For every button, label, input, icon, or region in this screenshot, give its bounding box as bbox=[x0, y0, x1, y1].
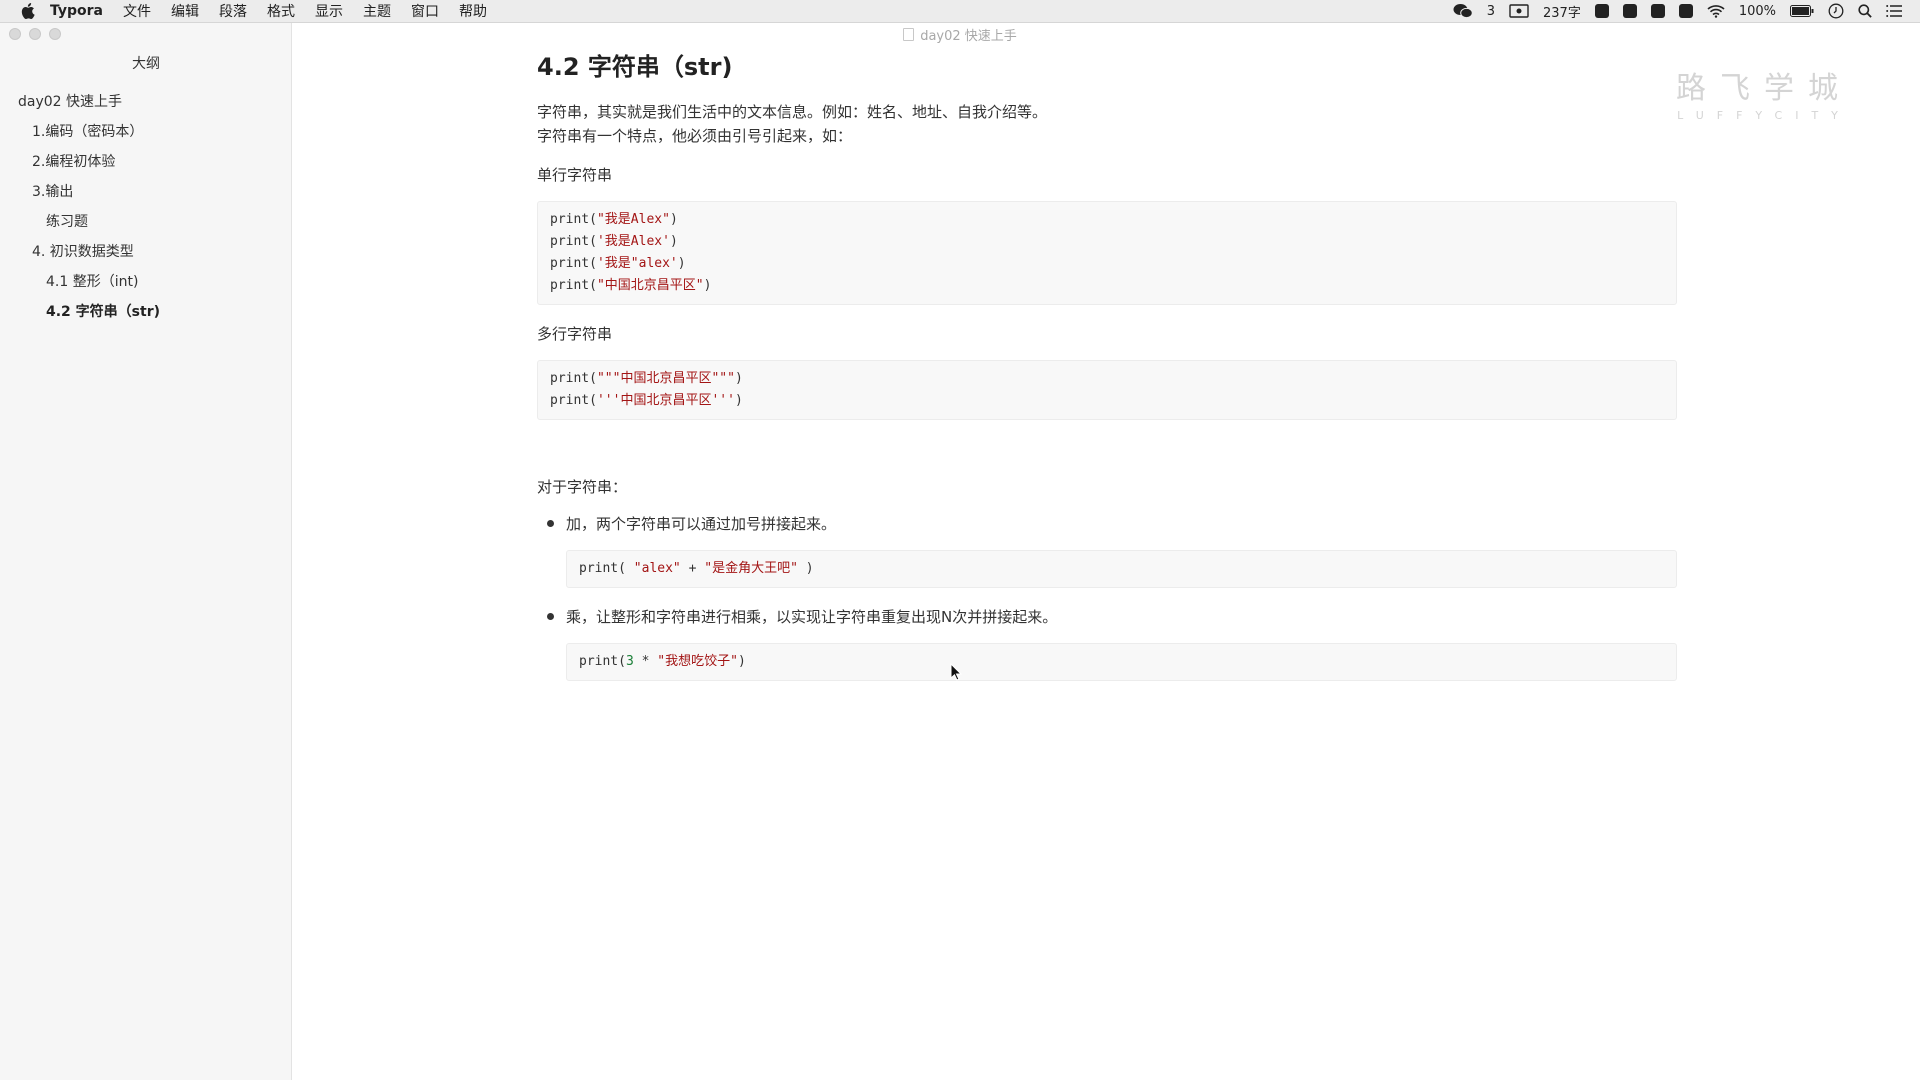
grid-app-icon[interactable] bbox=[1650, 4, 1665, 18]
outline-list: day02 快速上手 1.编码（密码本） 2.编程初体验 3.输出 练习题 4.… bbox=[0, 87, 292, 327]
window-titlebar: day02 快速上手 bbox=[0, 23, 1920, 45]
bullet-item-multiply: 乘，让整形和字符串进行相乘，以实现让字符串重复出现N次并拼接起来。 bbox=[547, 606, 1057, 627]
menu-bar: Typora 文件 编辑 段落 格式 显示 主题 窗口 帮助 3 237字 10… bbox=[0, 0, 1920, 23]
control-center-icon[interactable] bbox=[1886, 5, 1902, 17]
intro-paragraph-2: 字符串有一个特点，他必须由引号引起来，如： bbox=[537, 127, 853, 145]
code-line: print('我是"alex') bbox=[550, 256, 686, 271]
single-line-label: 单行字符串 bbox=[537, 166, 613, 184]
luffycity-watermark: 路飞学城 LUFFYCITY bbox=[1676, 63, 1852, 122]
outline-sidebar: 大纲 day02 快速上手 1.编码（密码本） 2.编程初体验 3.输出 练习题… bbox=[0, 23, 292, 1080]
code-line: print("中国北京昌平区") bbox=[550, 278, 712, 293]
menu-edit[interactable]: 编辑 bbox=[171, 1, 199, 21]
code-block-single[interactable]: print("我是Alex") print('我是Alex') print('我… bbox=[537, 201, 1677, 305]
mouse-cursor-icon bbox=[950, 662, 963, 685]
outline-item-int[interactable]: 4.1 整形（int) bbox=[0, 267, 292, 297]
menu-view[interactable]: 显示 bbox=[315, 1, 343, 21]
code-line: print('''中国北京昌平区''') bbox=[550, 393, 743, 408]
word-count: 237字 bbox=[1543, 5, 1581, 21]
menu-file[interactable]: 文件 bbox=[123, 1, 151, 21]
battery-percent: 100% bbox=[1738, 3, 1776, 19]
for-strings-label: 对于字符串： bbox=[537, 478, 628, 496]
code-line: print("""中国北京昌平区""") bbox=[550, 371, 743, 386]
multi-line-label: 多行字符串 bbox=[537, 325, 613, 343]
watermark-cn: 路飞学城 bbox=[1676, 71, 1852, 106]
microphone-icon[interactable] bbox=[1622, 4, 1637, 18]
code-line: print("我是Alex") bbox=[550, 212, 678, 227]
outline-item-output[interactable]: 3.输出 bbox=[0, 177, 292, 207]
outline-item-day02[interactable]: day02 快速上手 bbox=[0, 87, 292, 117]
outline-item-str[interactable]: 4.2 字符串（str) bbox=[0, 297, 292, 327]
bullet-item-add: 加，两个字符串可以通过加号拼接起来。 bbox=[547, 513, 836, 534]
outline-title: 大纲 bbox=[132, 56, 160, 72]
menu-format[interactable]: 格式 bbox=[267, 1, 295, 21]
zoom-window-button[interactable] bbox=[49, 28, 61, 40]
bullet-dot bbox=[547, 520, 554, 527]
bullet-multiply-text: 乘，让整形和字符串进行相乘，以实现让字符串重复出现N次并拼接起来。 bbox=[566, 608, 1058, 626]
apple-icon[interactable] bbox=[20, 3, 36, 19]
code-block-multi[interactable]: print("""中国北京昌平区""") print('''中国北京昌平区'''… bbox=[537, 360, 1677, 420]
sync-app-icon[interactable] bbox=[1678, 4, 1693, 18]
typora-window: 大纲 day02 快速上手 1.编码（密码本） 2.编程初体验 3.输出 练习题… bbox=[0, 23, 1920, 1080]
code-block-add[interactable]: print( "alex" + "是金角大王吧" ) bbox=[566, 550, 1677, 588]
close-window-button[interactable] bbox=[9, 28, 21, 40]
menu-app-name[interactable]: Typora bbox=[50, 3, 103, 19]
document-icon bbox=[903, 27, 915, 41]
bullet-add-text: 加，两个字符串可以通过加号拼接起来。 bbox=[566, 515, 837, 533]
wifi-icon[interactable] bbox=[1707, 4, 1725, 18]
outline-item-first-program[interactable]: 2.编程初体验 bbox=[0, 147, 292, 177]
battery-icon[interactable] bbox=[1790, 5, 1814, 17]
window-controls bbox=[9, 28, 61, 40]
code-line: print( "alex" + "是金角大王吧" ) bbox=[579, 561, 814, 576]
search-icon[interactable] bbox=[1858, 4, 1872, 18]
outline-item-exercises[interactable]: 练习题 bbox=[0, 207, 292, 237]
section-heading: 4.2 字符串（str) bbox=[537, 53, 733, 81]
wechat-count: 3 bbox=[1486, 3, 1495, 19]
wechat-icon[interactable] bbox=[1453, 3, 1473, 19]
code-line: print('我是Alex') bbox=[550, 234, 678, 249]
outline-item-data-types[interactable]: 4. 初识数据类型 bbox=[0, 237, 292, 267]
status-area: 3 237字 100% bbox=[1453, 2, 1920, 21]
record-app-icon[interactable] bbox=[1594, 4, 1609, 18]
code-block-multiply[interactable]: print(3 * "我想吃饺子") bbox=[566, 643, 1677, 681]
code-line: print(3 * "我想吃饺子") bbox=[579, 654, 746, 669]
bullet-dot bbox=[547, 613, 554, 620]
screen-record-icon[interactable] bbox=[1509, 4, 1529, 18]
menu-window[interactable]: 窗口 bbox=[411, 1, 439, 21]
window-title: day02 快速上手 bbox=[920, 28, 1017, 44]
intro-paragraph-1: 字符串，其实就是我们生活中的文本信息。例如：姓名、地址、自我介绍等。 bbox=[537, 103, 1048, 121]
menu-paragraph[interactable]: 段落 bbox=[219, 1, 247, 21]
outline-item-encoding[interactable]: 1.编码（密码本） bbox=[0, 117, 292, 147]
menu-theme[interactable]: 主题 bbox=[363, 1, 391, 21]
clock-icon[interactable] bbox=[1828, 3, 1844, 19]
watermark-en: LUFFYCITY bbox=[1677, 109, 1851, 122]
menu-help[interactable]: 帮助 bbox=[459, 1, 487, 21]
minimize-window-button[interactable] bbox=[29, 28, 41, 40]
